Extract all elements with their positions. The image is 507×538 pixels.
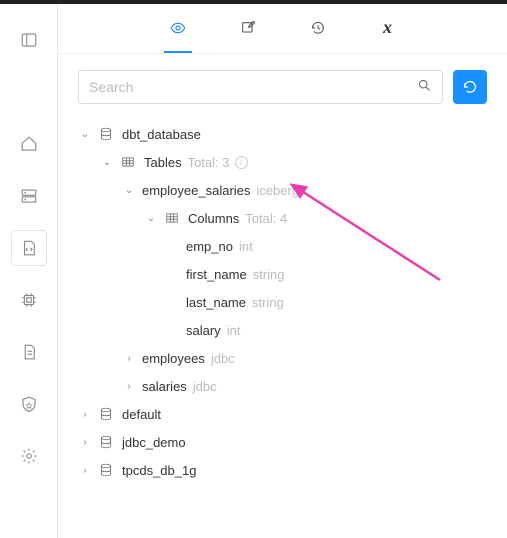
chevron-right-icon: › [78,409,92,420]
tables-count: Total: 3 [188,155,230,170]
chevron-down-icon: ⌄ [100,157,114,168]
database-name: jdbc_demo [122,435,186,450]
table-name: salaries [142,379,187,394]
table-engine: jdbc [193,379,217,394]
table-engine: jdbc [211,351,235,366]
tab-preview[interactable] [164,5,192,53]
chip-icon[interactable] [11,282,47,318]
chevron-right-icon: › [78,437,92,448]
chevron-down-icon: ⌄ [122,185,136,196]
left-sidebar [0,4,58,538]
document-icon[interactable] [11,334,47,370]
database-icon [98,126,114,142]
database-name: tpcds_db_1g [122,463,196,478]
tree-database-node[interactable]: › jdbc_demo [78,428,487,456]
tree-table-node[interactable]: › salaries jdbc [78,372,487,400]
database-name: dbt_database [122,127,201,142]
tab-edit[interactable] [234,5,262,53]
chevron-right-icon: › [78,465,92,476]
file-code-icon[interactable] [11,230,47,266]
table-name: employee_salaries [142,183,250,198]
column-type: string [252,295,284,310]
shield-icon[interactable] [11,386,47,422]
column-type: int [239,239,253,254]
tree-table-node[interactable]: ⌄ employee_salaries iceberg [78,176,487,204]
tab-history[interactable] [304,5,332,53]
search-box[interactable] [78,70,443,104]
chevron-right-icon: › [122,381,136,392]
tree-database-node[interactable]: › tpcds_db_1g [78,456,487,484]
tab-variable[interactable]: x [374,5,402,53]
table-name: employees [142,351,205,366]
database-icon [98,462,114,478]
column-name: last_name [186,295,246,310]
database-icon [98,406,114,422]
chevron-right-icon: › [122,353,136,364]
tree-database-node[interactable]: › default [78,400,487,428]
database-name: default [122,407,161,422]
column-name: salary [186,323,221,338]
column-type: int [227,323,241,338]
tree-columns-group[interactable]: ⌄ Columns Total: 4 [78,204,487,232]
database-tree: ⌄ dbt_database ⌄ Tables Total: 3 i ⌄ emp… [58,116,507,504]
table-group-icon [120,154,136,170]
column-name: emp_no [186,239,233,254]
info-icon[interactable]: i [235,156,248,169]
columns-count: Total: 4 [245,211,287,226]
tab-bar: x [58,4,507,54]
panel-toggle-icon[interactable] [11,22,47,58]
tree-database-node[interactable]: ⌄ dbt_database [78,120,487,148]
tables-label: Tables [144,155,182,170]
search-icon [417,78,432,96]
column-name: first_name [186,267,247,282]
home-icon[interactable] [11,126,47,162]
tree-column-node[interactable]: › first_name string [78,260,487,288]
refresh-button[interactable] [453,70,487,104]
settings-icon[interactable] [11,438,47,474]
tree-tables-group[interactable]: ⌄ Tables Total: 3 i [78,148,487,176]
database-icon [98,434,114,450]
tree-column-node[interactable]: › salary int [78,316,487,344]
table-engine: iceberg [256,183,299,198]
tree-column-node[interactable]: › emp_no int [78,232,487,260]
tree-column-node[interactable]: › last_name string [78,288,487,316]
chevron-down-icon: ⌄ [78,129,92,140]
columns-label: Columns [188,211,239,226]
columns-icon [164,210,180,226]
tree-table-node[interactable]: › employees jdbc [78,344,487,372]
chevron-down-icon: ⌄ [144,213,158,224]
search-input[interactable] [89,79,417,95]
server-icon[interactable] [11,178,47,214]
column-type: string [253,267,285,282]
